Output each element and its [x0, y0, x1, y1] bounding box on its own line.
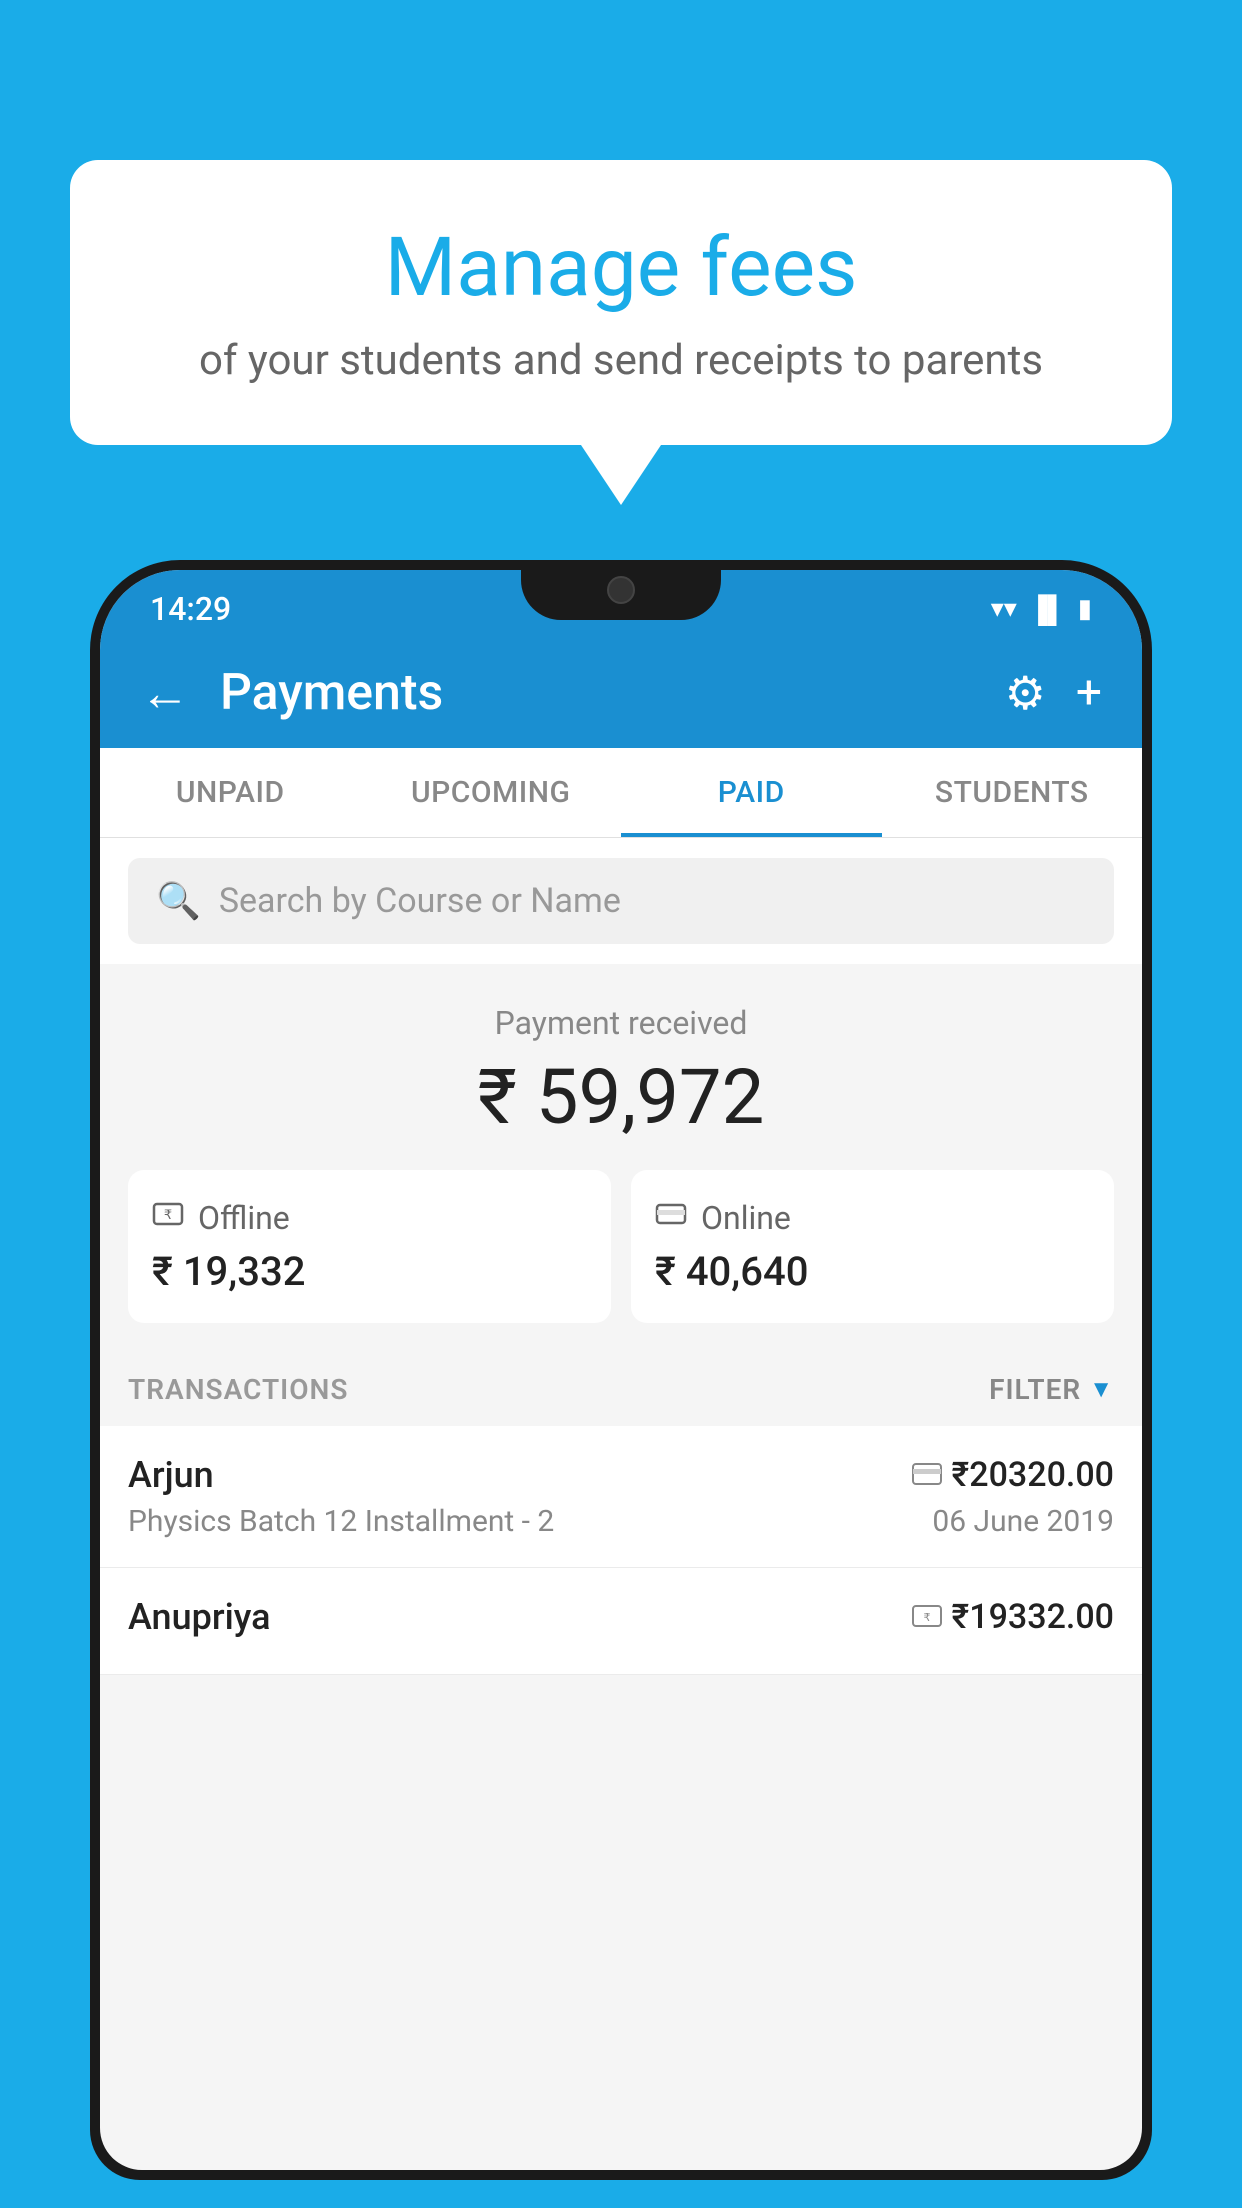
- online-card: Online ₹ 40,640: [631, 1170, 1114, 1323]
- status-icons: ▾▾ ▐▌ ▮: [991, 594, 1092, 625]
- transaction-offline-icon: ₹: [912, 1601, 942, 1634]
- speech-bubble-tail: [581, 445, 661, 505]
- offline-amount: ₹ 19,332: [152, 1248, 587, 1295]
- speech-bubble-subtext: of your students and send receipts to pa…: [150, 336, 1092, 385]
- tab-paid[interactable]: PAID: [621, 748, 882, 837]
- speech-bubble-container: Manage fees of your students and send re…: [70, 160, 1172, 505]
- transaction-name: Arjun: [128, 1454, 214, 1496]
- back-button[interactable]: ←: [140, 664, 190, 723]
- transactions-header: TRANSACTIONS FILTER ▼: [100, 1353, 1142, 1426]
- filter-icon: ▼: [1089, 1375, 1114, 1404]
- filter-button[interactable]: FILTER ▼: [989, 1373, 1114, 1406]
- online-label: Online: [701, 1199, 791, 1237]
- phone-notch: [521, 570, 721, 620]
- transaction-amount-wrap: ₹20320.00: [912, 1455, 1114, 1495]
- phone-camera: [607, 576, 635, 604]
- online-card-header: Online: [655, 1198, 1090, 1238]
- payment-received-label: Payment received: [128, 1004, 1114, 1042]
- transaction-amount-wrap-2: ₹ ₹19332.00: [912, 1597, 1114, 1637]
- battery-icon: ▮: [1078, 594, 1092, 624]
- offline-card-header: ₹ Offline: [152, 1198, 587, 1238]
- transaction-online-icon: [912, 1459, 942, 1492]
- add-icon[interactable]: +: [1076, 666, 1102, 720]
- app-title: Payments: [220, 664, 975, 722]
- signal-icon: ▐▌: [1029, 594, 1066, 625]
- offline-card: ₹ Offline ₹ 19,332: [128, 1170, 611, 1323]
- payment-cards: ₹ Offline ₹ 19,332: [128, 1170, 1114, 1323]
- search-icon: 🔍: [156, 880, 201, 922]
- transaction-date: 06 June 2019: [932, 1504, 1114, 1539]
- phone-container: 14:29 ▾▾ ▐▌ ▮ ← Payments ⚙ + UNPAID: [90, 560, 1152, 2208]
- search-container: 🔍 Search by Course or Name: [100, 838, 1142, 964]
- tab-unpaid[interactable]: UNPAID: [100, 748, 361, 837]
- transaction-amount: ₹20320.00: [952, 1455, 1114, 1495]
- search-placeholder: Search by Course or Name: [219, 881, 621, 921]
- speech-bubble: Manage fees of your students and send re…: [70, 160, 1172, 445]
- transaction-item-2[interactable]: Anupriya ₹ ₹19332.00: [100, 1568, 1142, 1675]
- transaction-amount-2: ₹19332.00: [952, 1597, 1114, 1637]
- app-bar: ← Payments ⚙ +: [100, 638, 1142, 748]
- tab-upcoming[interactable]: UPCOMING: [361, 748, 622, 837]
- transaction-row-1: Arjun ₹20320.00: [128, 1454, 1114, 1496]
- online-amount: ₹ 40,640: [655, 1248, 1090, 1295]
- transactions-label: TRANSACTIONS: [128, 1373, 348, 1406]
- transaction-detail-row-1: Physics Batch 12 Installment - 2 06 June…: [128, 1504, 1114, 1539]
- settings-icon[interactable]: ⚙: [1005, 666, 1046, 721]
- speech-bubble-heading: Manage fees: [150, 220, 1092, 316]
- payment-summary: Payment received ₹ 59,972 ₹: [100, 964, 1142, 1353]
- status-time: 14:29: [150, 590, 231, 628]
- svg-text:₹: ₹: [923, 1612, 930, 1624]
- online-icon: [655, 1198, 687, 1238]
- wifi-icon: ▾▾: [991, 594, 1017, 624]
- tab-students[interactable]: STUDENTS: [882, 748, 1143, 837]
- phone-frame: 14:29 ▾▾ ▐▌ ▮ ← Payments ⚙ + UNPAID: [90, 560, 1152, 2180]
- svg-text:₹: ₹: [164, 1207, 172, 1222]
- transaction-name-2: Anupriya: [128, 1596, 271, 1638]
- phone-screen: 14:29 ▾▾ ▐▌ ▮ ← Payments ⚙ + UNPAID: [100, 570, 1142, 2170]
- tabs: UNPAID UPCOMING PAID STUDENTS: [100, 748, 1142, 838]
- transaction-row-2: Anupriya ₹ ₹19332.00: [128, 1596, 1114, 1638]
- transaction-course: Physics Batch 12 Installment - 2: [128, 1504, 554, 1539]
- payment-total-amount: ₹ 59,972: [128, 1052, 1114, 1142]
- offline-icon: ₹: [152, 1198, 184, 1238]
- offline-label: Offline: [198, 1199, 290, 1237]
- transaction-item[interactable]: Arjun ₹20320.00 Physics Batch 12 Install…: [100, 1426, 1142, 1568]
- search-bar[interactable]: 🔍 Search by Course or Name: [128, 858, 1114, 944]
